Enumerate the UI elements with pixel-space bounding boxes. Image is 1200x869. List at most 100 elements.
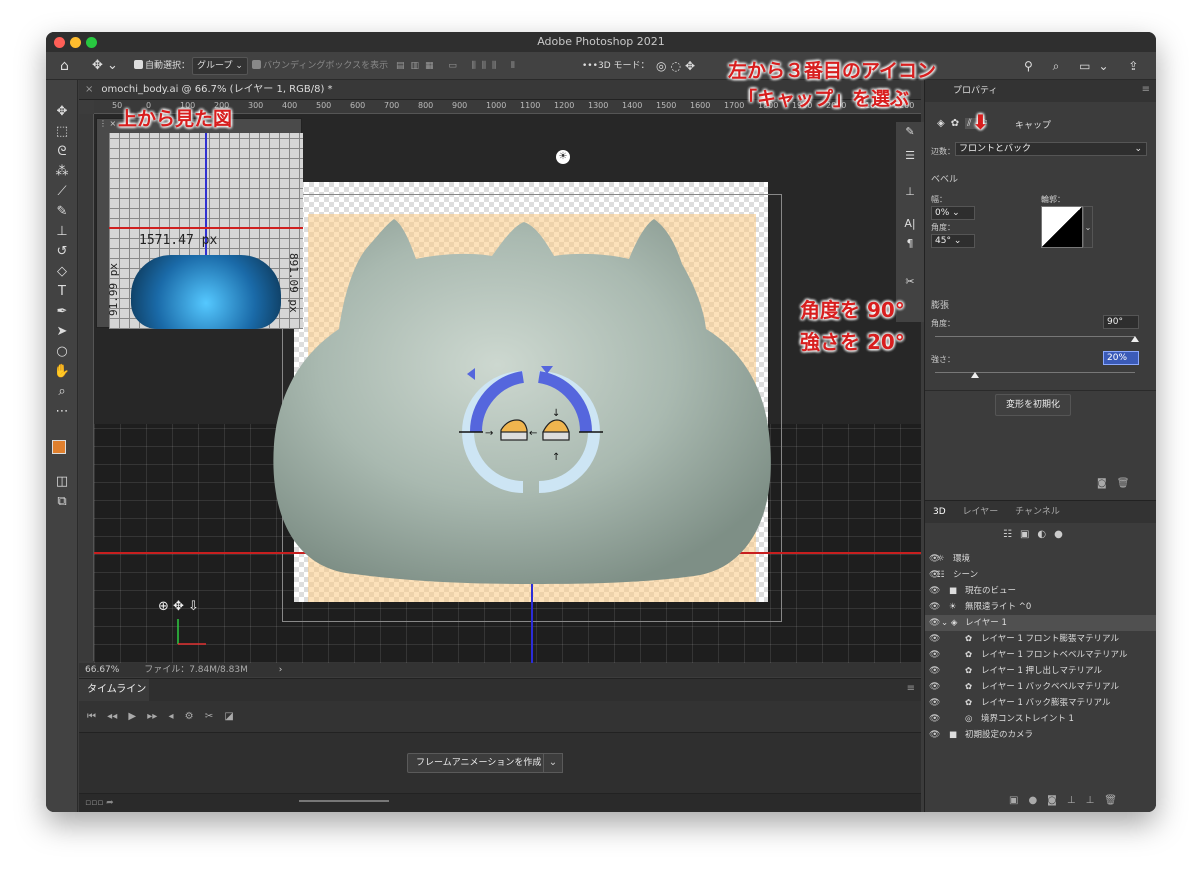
strength-knob[interactable] <box>971 372 979 378</box>
close-window-button[interactable] <box>54 37 65 48</box>
visibility-eye-icon[interactable]: 👁 <box>929 599 940 615</box>
auto-select-checkbox[interactable]: 自動選択： <box>134 52 191 79</box>
bbox-label: バウンディングボックスを表示 <box>263 61 389 71</box>
move-tool-icon[interactable]: ✥ <box>46 102 78 122</box>
home-icon[interactable]: ⌂ <box>60 52 69 79</box>
bbox-checkbox[interactable]: バウンディングボックスを表示 <box>252 52 389 79</box>
zoom-tool-icon[interactable]: ⌕ <box>46 382 78 402</box>
bevel-width-field[interactable]: 0% ⌄ <box>931 206 975 220</box>
inflate-angle-knob[interactable] <box>1131 336 1139 342</box>
stamp-icon[interactable]: ⊥ <box>896 182 924 202</box>
tab-channels[interactable]: チャンネル <box>1015 507 1060 517</box>
magic-wand-icon[interactable]: ⁂ <box>46 162 78 182</box>
layer-row[interactable]: 👁 ⌄ ◈ レイヤー 1 <box>925 615 1156 631</box>
more-tools-icon[interactable]: ⋯ <box>46 402 78 422</box>
ruler-tick: 400 <box>282 101 298 110</box>
visibility-eye-icon[interactable]: 👁 <box>929 615 940 631</box>
stamp-tool-icon[interactable]: ⊥ <box>46 222 78 242</box>
filter-icons[interactable]: ☷▣◐● <box>1003 529 1071 540</box>
zoom-slider[interactable] <box>299 800 389 802</box>
layer-row[interactable]: 👁 ■ 初期設定のカメラ <box>925 727 1156 743</box>
3d-mode-icons[interactable]: ◎◌✥ <box>656 52 699 79</box>
tools-icon[interactable]: ✂ <box>896 272 924 292</box>
close-tab-icon[interactable]: × <box>85 84 93 95</box>
visibility-eye-icon[interactable]: 👁 <box>929 679 940 695</box>
auto-select-label: 自動選択： <box>145 61 191 71</box>
layer-row[interactable]: 👁 ✿ レイヤー 1 フロント膨張マテリアル <box>925 631 1156 647</box>
search-icon[interactable]: ⚲ ⌕ ▭⌄ ⇪ <box>1024 52 1146 79</box>
inflate-angle-field[interactable]: 90° <box>1103 315 1139 329</box>
eraser-icon[interactable]: ◇ <box>46 262 78 282</box>
status-arrow-icon[interactable]: › <box>279 665 283 675</box>
more-icon[interactable]: ••• <box>582 52 598 79</box>
layer-row[interactable]: 👁 ◎ 境界コンストレイント 1 <box>925 711 1156 727</box>
history-brush-icon[interactable]: ↺ <box>46 242 78 262</box>
visibility-eye-icon[interactable]: 👁 <box>929 663 940 679</box>
move-tool-icon[interactable]: ✥ ⌄ <box>92 52 118 79</box>
layer-row[interactable]: 👁 ■ 現在のビュー <box>925 583 1156 599</box>
panel-menu-icon[interactable]: ≡ <box>907 683 915 694</box>
create-frame-animation-button[interactable]: フレームアニメーションを作成 <box>407 753 551 773</box>
layer-row[interactable]: 👁 ✿ レイヤー 1 バックベベルマテリアル <box>925 679 1156 695</box>
visibility-eye-icon[interactable]: 👁 <box>929 631 940 647</box>
chevron-down-icon[interactable]: ⌄ <box>1083 206 1093 248</box>
layer-label: レイヤー 1 バック膨張マテリアル <box>981 698 1111 708</box>
brush-tool-icon[interactable]: ✎ <box>46 202 78 222</box>
zoom-level[interactable]: 66.67% <box>85 665 119 675</box>
sides-dropdown[interactable]: フロントとバック ⌄ <box>955 142 1147 156</box>
layer-row[interactable]: 👁 ☀ 無限遠ライト ^0 <box>925 599 1156 615</box>
type-tool-icon[interactable]: T <box>46 282 78 302</box>
reset-deform-button[interactable]: 変形を初期化 <box>995 394 1072 416</box>
eyedropper-icon[interactable]: ⟋ <box>46 182 78 202</box>
axis-widget[interactable]: ⊕ ✥ ⇩ <box>158 599 206 645</box>
bevel-angle-field[interactable]: 45° ⌄ <box>931 234 975 248</box>
file-size: ファイル：7.84M/8.83M <box>144 665 248 675</box>
strength-field[interactable]: 20% <box>1103 351 1139 365</box>
character-icon[interactable]: A| <box>896 214 924 234</box>
lasso-tool-icon[interactable]: ᘓ <box>46 142 78 162</box>
ellipse-tool-icon[interactable]: ○ <box>46 342 78 362</box>
tab-layers[interactable]: レイヤー <box>963 507 999 517</box>
tab-3d[interactable]: 3D <box>933 507 946 517</box>
visibility-eye-icon[interactable]: 👁 <box>929 647 940 663</box>
align-icons[interactable]: ▤▥▦ ▭ ⫼⫼⫼ ⫴ <box>396 52 521 79</box>
panel-menu-icon[interactable]: ≡ <box>1142 84 1150 95</box>
inflate-angle-slider[interactable] <box>935 336 1135 337</box>
svg-text:→: → <box>485 428 493 439</box>
visibility-eye-icon[interactable]: 👁 <box>929 695 940 711</box>
paragraph-icon[interactable]: ¶ <box>896 234 924 254</box>
layer-row[interactable]: 👁 ✿ レイヤー 1 押し出しマテリアル <box>925 663 1156 679</box>
brush-settings-icon[interactable]: ✎ <box>896 122 924 142</box>
marquee-tool-icon[interactable]: ⬚ <box>46 122 78 142</box>
visibility-eye-icon[interactable]: 👁 <box>929 711 940 727</box>
chevron-down-icon[interactable]: ⌄ <box>543 753 563 773</box>
layer-row[interactable]: 👁 ☷ シーン <box>925 567 1156 583</box>
timeline-footer: ▫▫▫ ➦ <box>79 793 921 812</box>
panel-footer-icons[interactable]: ◙🗑 <box>1097 478 1139 489</box>
pen-tool-icon[interactable]: ✒ <box>46 302 78 322</box>
visibility-eye-icon[interactable]: 👁 <box>929 583 940 599</box>
timeline-controls[interactable]: ⏮ ◂◂ ▶ ▸▸ ◂ ⚙ ✂ ◪ <box>79 701 921 733</box>
screen-mode-icon[interactable]: ⧉ <box>46 492 78 512</box>
layer-row[interactable]: 👁 ☼ 環境 <box>925 551 1156 567</box>
tab-timeline[interactable]: タイムライン <box>79 679 149 701</box>
adjustments-icon[interactable]: ☰ <box>896 146 924 166</box>
hand-tool-icon[interactable]: ✋ <box>46 362 78 382</box>
foreground-color-swatch[interactable] <box>52 440 66 454</box>
auto-select-dropdown[interactable]: グループ ⌄ <box>192 52 248 79</box>
strength-slider[interactable] <box>935 372 1135 373</box>
zoom-window-button[interactable] <box>86 37 97 48</box>
path-select-icon[interactable]: ➤ <box>46 322 78 342</box>
tab-properties[interactable]: プロパティ <box>925 80 1156 102</box>
ruler-tick: 300 <box>248 101 264 110</box>
contour-preview[interactable] <box>1041 206 1083 248</box>
layer-row[interactable]: 👁 ✿ レイヤー 1 バック膨張マテリアル <box>925 695 1156 711</box>
layer-row[interactable]: 👁 ✿ レイヤー 1 フロントベベルマテリアル <box>925 647 1156 663</box>
quick-mask-icon[interactable]: ◫ <box>46 472 78 492</box>
minimize-window-button[interactable] <box>70 37 81 48</box>
frames-icon[interactable]: ▫▫▫ ➦ <box>85 798 114 808</box>
light-icon[interactable]: ☀ <box>556 150 570 164</box>
ruler-tick: 1000 <box>486 101 507 110</box>
visibility-eye-icon[interactable]: 👁 <box>929 727 940 743</box>
layers-footer-icons[interactable]: ▣●◙⊥⊥🗑 <box>1009 795 1127 806</box>
